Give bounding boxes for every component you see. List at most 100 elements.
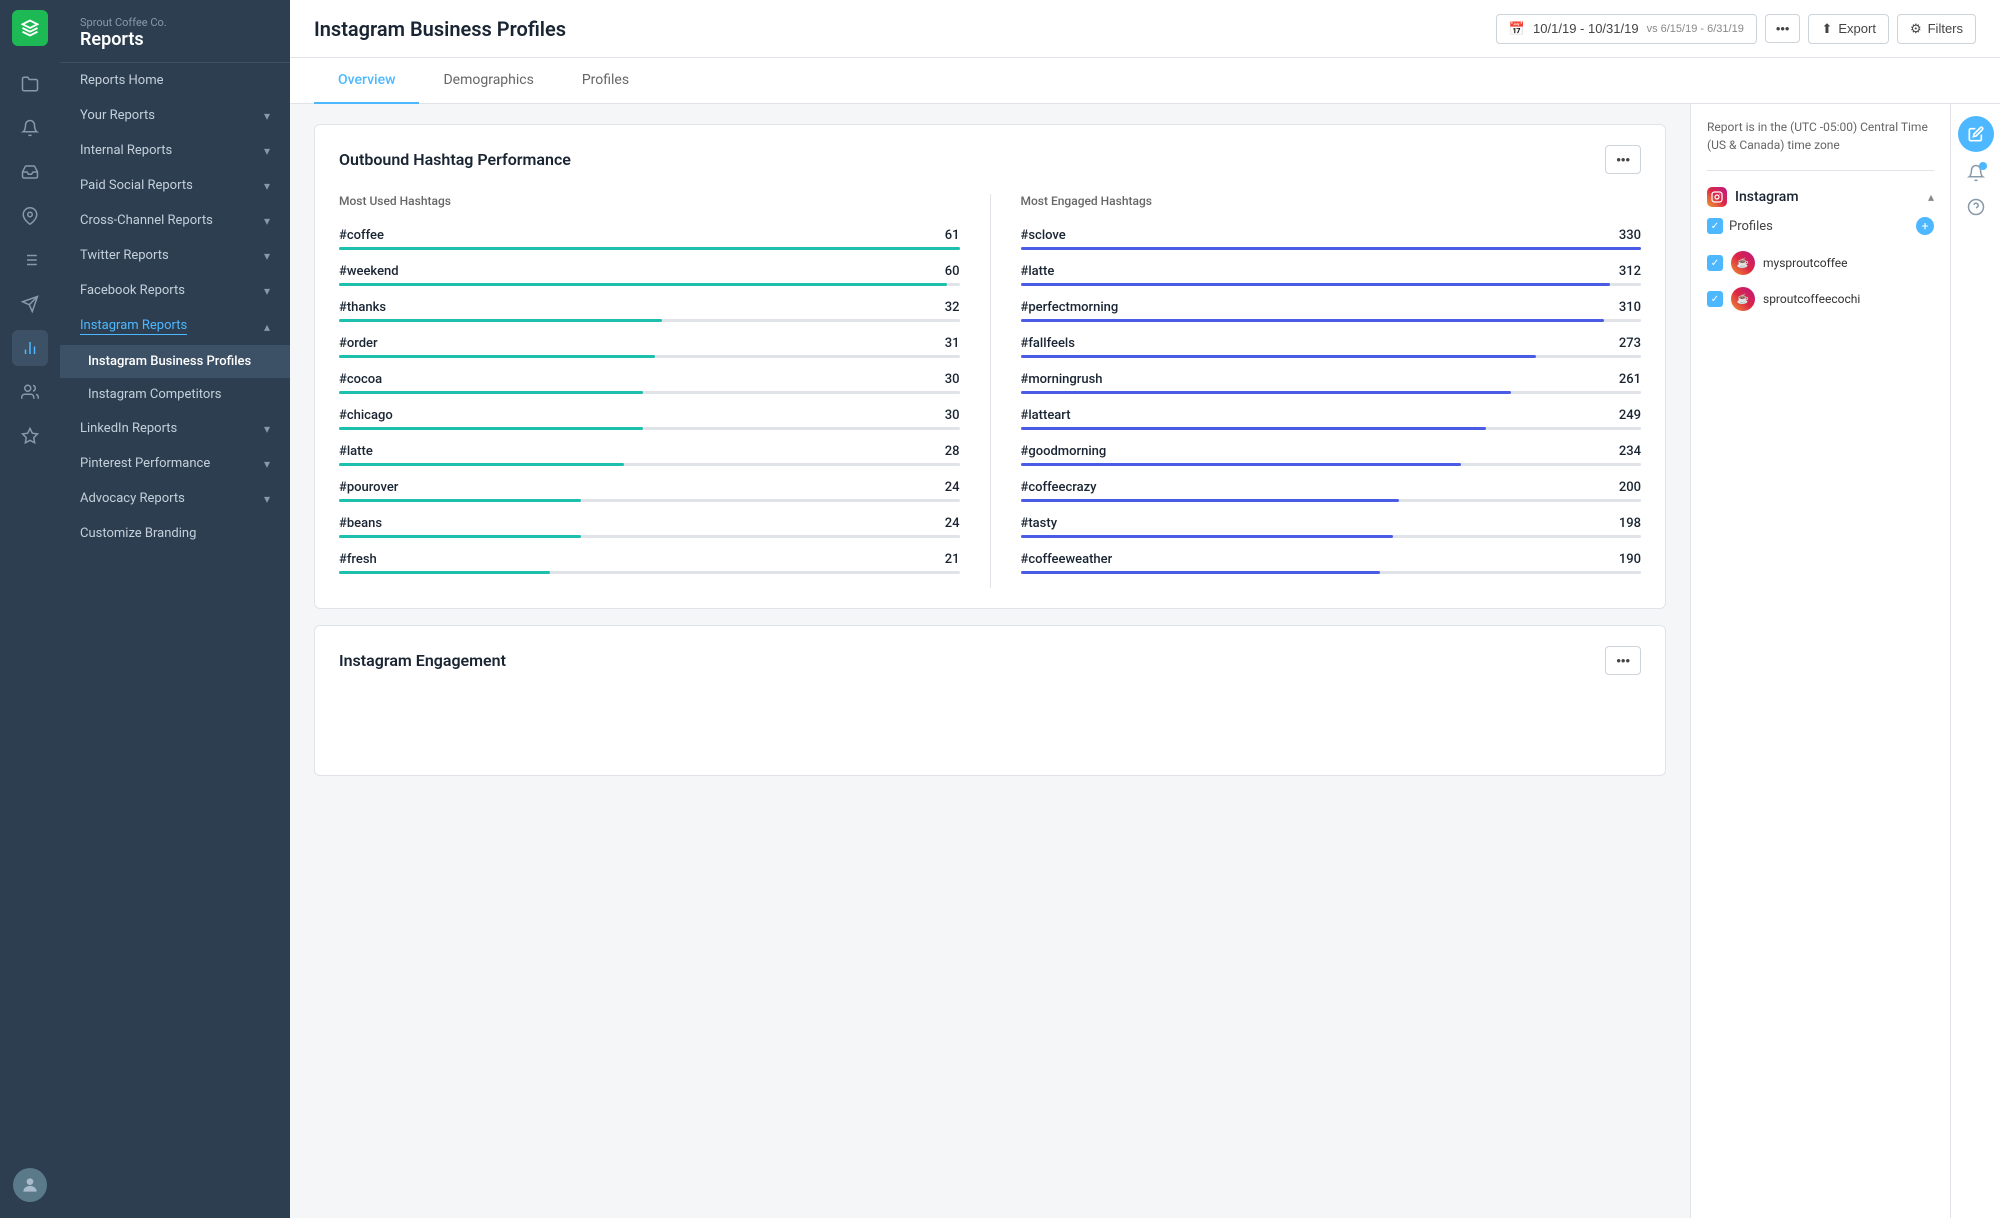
hashtag-card-header: Outbound Hashtag Performance ••• [339,145,1641,174]
add-profile-button[interactable]: + [1916,217,1934,235]
sidebar-item-facebook[interactable]: Facebook Reports ▾ [60,273,290,308]
profiles-checkbox[interactable]: ✓ [1707,218,1723,234]
hashtag-bar-fill [1021,535,1393,538]
hashtag-tag: #cocoa [339,372,382,387]
date-range-value: 10/1/19 - 10/31/19 [1533,21,1639,36]
nav-icon-inbox[interactable] [12,154,48,190]
instagram-collapse-icon[interactable]: ▴ [1928,190,1934,204]
sidebar-sub-item-instagram-business[interactable]: Instagram Business Profiles [60,345,290,378]
hashtag-count: 190 [1619,552,1641,567]
sidebar-item-paid-social[interactable]: Paid Social Reports ▾ [60,168,290,203]
hashtag-row: #chicago 30 [339,408,960,430]
hashtag-count: 60 [945,264,960,279]
instagram-icon [1707,187,1727,207]
timezone-note: Report is in the (UTC -05:00) Central Ti… [1707,118,1934,171]
sidebar-item-label: Paid Social Reports [80,178,193,193]
tab-overview[interactable]: Overview [314,58,419,104]
date-range-button[interactable]: 📅 10/1/19 - 10/31/19 vs 6/15/19 - 6/31/1… [1496,14,1757,44]
hashtag-tag: #goodmorning [1021,444,1107,459]
hashtag-tag: #tasty [1021,516,1058,531]
hashtag-bar-fill [1021,391,1511,394]
sidebar-item-instagram[interactable]: Instagram Reports ▴ [60,308,290,345]
filters-button[interactable]: ⚙ Filters [1897,14,1976,44]
notification-icon[interactable] [1967,164,1985,186]
tab-demographics[interactable]: Demographics [419,58,557,104]
profile-item: ✓ ☕ mysproutcoffee [1707,245,1934,281]
sidebar-sub-item-instagram-competitors[interactable]: Instagram Competitors [60,378,290,411]
hashtag-row: #latte 312 [1021,264,1642,286]
hashtag-columns: Most Used Hashtags #coffee 61 #weekend 6… [339,194,1641,588]
help-icon[interactable] [1967,198,1985,220]
sidebar-item-label: LinkedIn Reports [80,421,177,436]
engagement-card: Instagram Engagement ••• [314,625,1666,776]
sidebar-item-label: Twitter Reports [80,248,169,263]
tab-profiles[interactable]: Profiles [558,58,653,104]
hashtag-row: #order 31 [339,336,960,358]
sidebar-item-branding[interactable]: Customize Branding [60,516,290,551]
company-name: Sprout Coffee Co. [80,16,270,29]
calendar-icon: 📅 [1509,21,1525,37]
profile-checkbox[interactable]: ✓ [1707,291,1723,307]
hashtag-tag: #order [339,336,378,351]
sidebar-item-advocacy[interactable]: Advocacy Reports ▾ [60,481,290,516]
hashtag-count: 312 [1619,264,1641,279]
hashtag-count: 200 [1619,480,1641,495]
more-options-button[interactable]: ••• [1765,14,1801,43]
compose-button[interactable] [1958,116,1994,152]
nav-icon-bell[interactable] [12,110,48,146]
profile-avatar: ☕ [1731,287,1755,311]
nav-icon-list[interactable] [12,242,48,278]
sidebar-item-label: Internal Reports [80,143,172,158]
sidebar-item-linkedin[interactable]: LinkedIn Reports ▾ [60,411,290,446]
engagement-card-more-button[interactable]: ••• [1605,646,1641,675]
hashtag-count: 330 [1619,228,1641,243]
nav-icon-star[interactable] [12,418,48,454]
hashtag-bar-track [339,355,960,358]
hashtag-bar-fill [339,427,643,430]
sidebar-item-label: Facebook Reports [80,283,185,298]
nav-icon-analytics[interactable] [12,330,48,366]
instagram-section-header: Instagram ▴ [1707,187,1934,207]
export-button[interactable]: ⬆ Export [1808,14,1888,44]
sidebar-item-label: Cross-Channel Reports [80,213,213,228]
nav-icon-send[interactable] [12,286,48,322]
sidebar-item-pinterest[interactable]: Pinterest Performance ▾ [60,446,290,481]
profiles-label: ✓ Profiles [1707,218,1773,234]
hashtag-bar-fill [1021,571,1381,574]
icon-bar [0,0,60,1218]
chevron-down-icon: ▾ [264,284,270,298]
hashtag-card-more-button[interactable]: ••• [1605,145,1641,174]
sidebar-item-cross-channel[interactable]: Cross-Channel Reports ▾ [60,203,290,238]
hashtag-tag: #coffeeweather [1021,552,1113,567]
profile-avatar: ☕ [1731,251,1755,275]
profile-checkbox[interactable]: ✓ [1707,255,1723,271]
nav-icon-people[interactable] [12,374,48,410]
sidebar-item-label: Pinterest Performance [80,456,210,471]
hashtag-bar-fill [339,355,655,358]
hashtag-bar-track [339,499,960,502]
top-bar: Instagram Business Profiles 📅 10/1/19 - … [290,0,2000,58]
hashtag-row: #fallfeels 273 [1021,336,1642,358]
hashtag-tag: #latteart [1021,408,1071,423]
sidebar-item-internal-reports[interactable]: Internal Reports ▾ [60,133,290,168]
tabs-bar: Overview Demographics Profiles [290,58,2000,104]
sidebar-item-your-reports[interactable]: Your Reports ▾ [60,98,290,133]
sidebar-nav: Reports Home Your Reports ▾ Internal Rep… [60,63,290,1198]
chevron-down-icon: ▾ [264,214,270,228]
nav-icon-pin[interactable] [12,198,48,234]
hashtag-row: #coffeeweather 190 [1021,552,1642,574]
nav-icon-folder[interactable] [12,66,48,102]
content-area: Outbound Hashtag Performance ••• Most Us… [290,104,2000,1218]
dots-icon: ••• [1776,21,1790,36]
hashtag-count: 234 [1619,444,1641,459]
hashtag-bar-fill [1021,427,1486,430]
app-logo[interactable] [12,10,48,46]
user-avatar-icon[interactable] [13,1168,47,1202]
export-label: Export [1838,21,1876,36]
sidebar-item-twitter[interactable]: Twitter Reports ▾ [60,238,290,273]
sidebar-item-reports-home[interactable]: Reports Home [60,63,290,98]
chevron-down-icon: ▾ [264,109,270,123]
hashtag-bar-track [1021,463,1642,466]
hashtag-tag: #latte [339,444,373,459]
hashtag-bar-track [339,427,960,430]
